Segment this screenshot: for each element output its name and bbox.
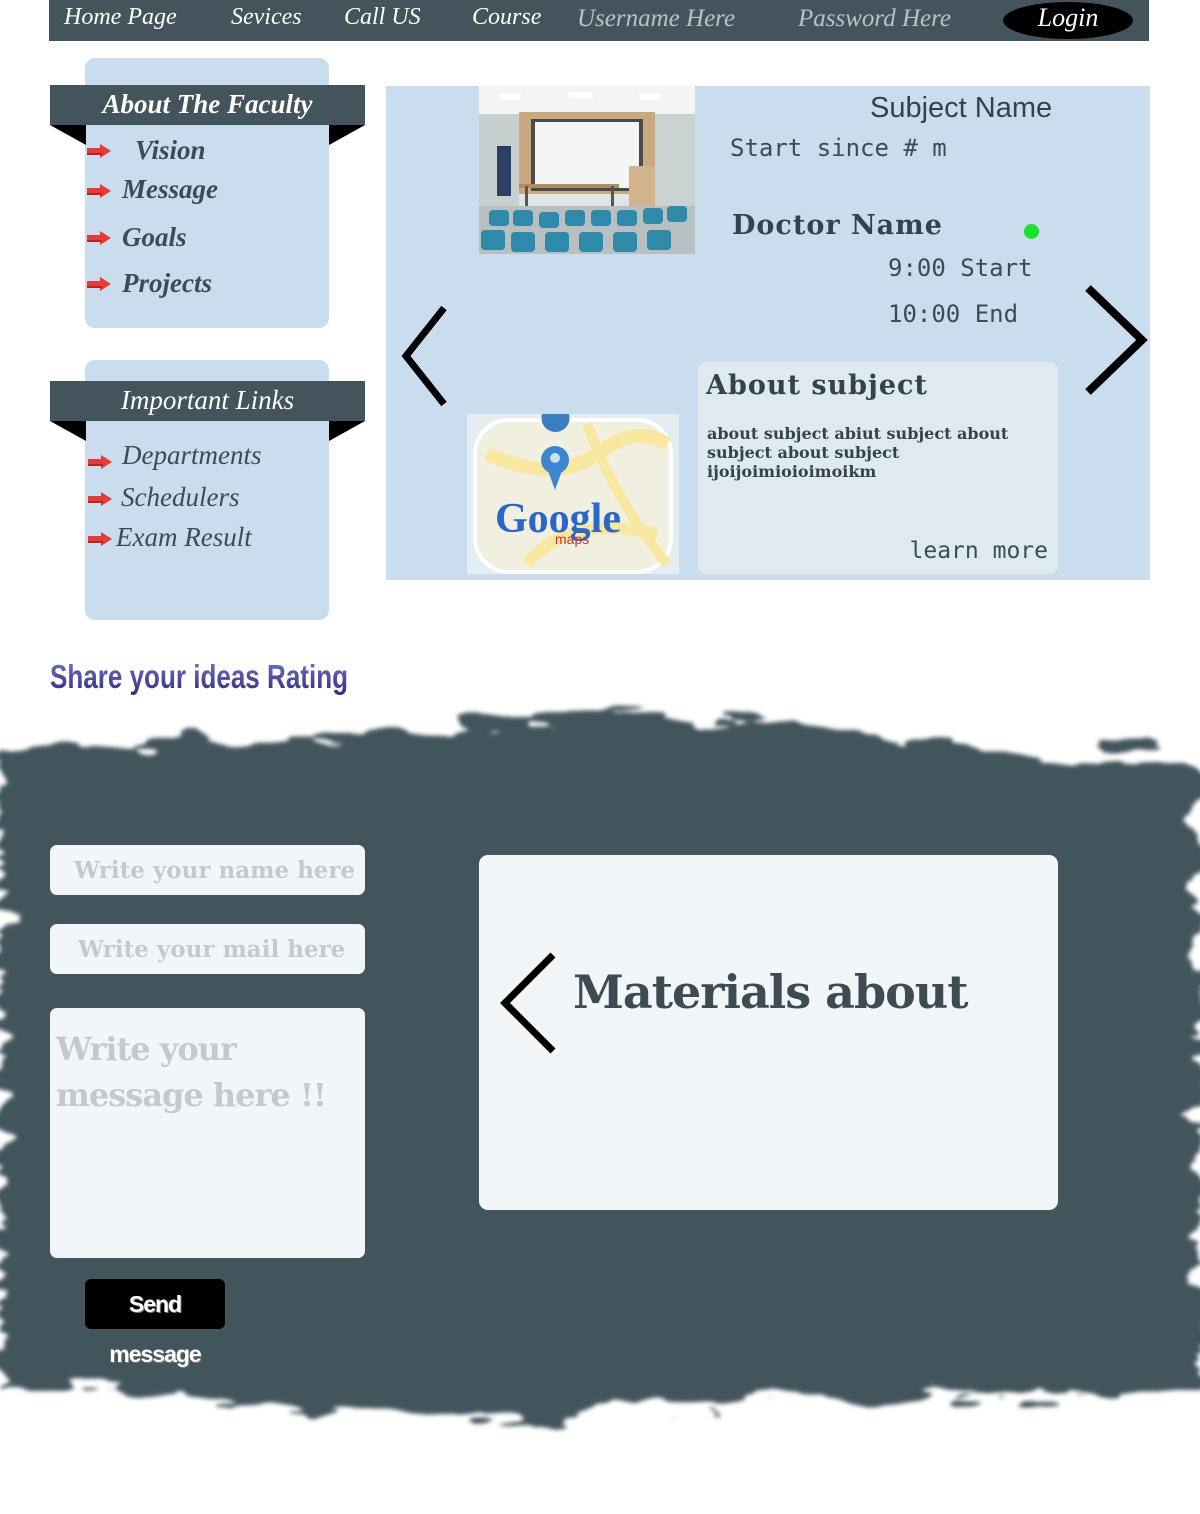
about-subject-box: About subject about subject abiut subjec… <box>698 362 1058 574</box>
red-arrow-icon <box>88 532 112 546</box>
materials-title: Materials about <box>573 965 968 1019</box>
send-message-button[interactable]: Send message <box>85 1279 225 1367</box>
red-arrow-icon <box>88 492 112 506</box>
materials-panel: Materials about <box>479 855 1058 1210</box>
nav-course[interactable]: Course <box>472 4 541 31</box>
faculty-panel-title: About The Faculty <box>50 85 365 125</box>
about-subject-title: About subject <box>706 370 928 401</box>
ribbon-fold-left <box>50 421 86 441</box>
google-maps-logo[interactable]: Google maps <box>467 414 679 574</box>
login-button[interactable]: Login <box>1003 2 1133 39</box>
red-arrow-icon <box>87 231 111 245</box>
name-input[interactable] <box>50 845 365 895</box>
start-since-text: Start since # m <box>730 134 947 162</box>
red-arrow-icon <box>87 184 111 198</box>
red-arrow-icon <box>87 277 111 291</box>
sidebar-link-exam-result[interactable]: Exam Result <box>116 522 252 553</box>
username-input[interactable] <box>577 2 777 36</box>
red-arrow-icon <box>87 144 111 158</box>
sidebar-link-goals[interactable]: Goals <box>122 222 187 253</box>
chevron-left-icon[interactable] <box>400 304 450 408</box>
nav-home-page[interactable]: Home Page <box>64 4 177 31</box>
share-ideas-banner: Share your ideas Rating <box>50 658 348 695</box>
learn-more-link[interactable]: learn more <box>910 538 1048 564</box>
sidebar-link-projects[interactable]: Projects <box>122 268 212 299</box>
ribbon-fold-right <box>329 421 365 441</box>
sidebar-link-vision[interactable]: Vision <box>135 135 206 166</box>
email-input[interactable] <box>50 924 365 974</box>
chevron-left-icon[interactable] <box>497 951 559 1055</box>
sidebar-link-departments[interactable]: Departments <box>122 440 261 471</box>
chevron-right-icon[interactable] <box>1082 284 1148 396</box>
classroom-image <box>479 86 695 254</box>
red-arrow-icon <box>88 455 112 469</box>
important-links-title: Important Links <box>50 381 365 421</box>
sidebar-link-schedulers[interactable]: Schedulers <box>121 482 239 513</box>
course-card: Subject Name Start since # m Doctor Name… <box>386 86 1150 580</box>
maps-logo-subtext: maps <box>555 531 589 547</box>
password-input[interactable] <box>798 2 998 36</box>
online-status-indicator <box>1024 224 1039 239</box>
ribbon-fold-left <box>50 125 86 145</box>
sidebar-link-message[interactable]: Message <box>122 174 218 205</box>
doctor-name: Doctor Name <box>732 210 943 241</box>
about-subject-text: about subject abiut subject about subjec… <box>707 424 1009 481</box>
nav-call-us[interactable]: Call US <box>344 4 421 31</box>
end-time: 10:00 End <box>888 300 1019 328</box>
start-time: 9:00 Start <box>888 254 1033 282</box>
ribbon-fold-right <box>329 125 365 145</box>
top-nav-bar: Home Page Sevices Call US Course Login <box>49 0 1149 41</box>
subject-name: Subject Name <box>870 92 1053 124</box>
message-textarea[interactable] <box>50 1008 365 1258</box>
nav-services[interactable]: Sevices <box>231 4 302 31</box>
